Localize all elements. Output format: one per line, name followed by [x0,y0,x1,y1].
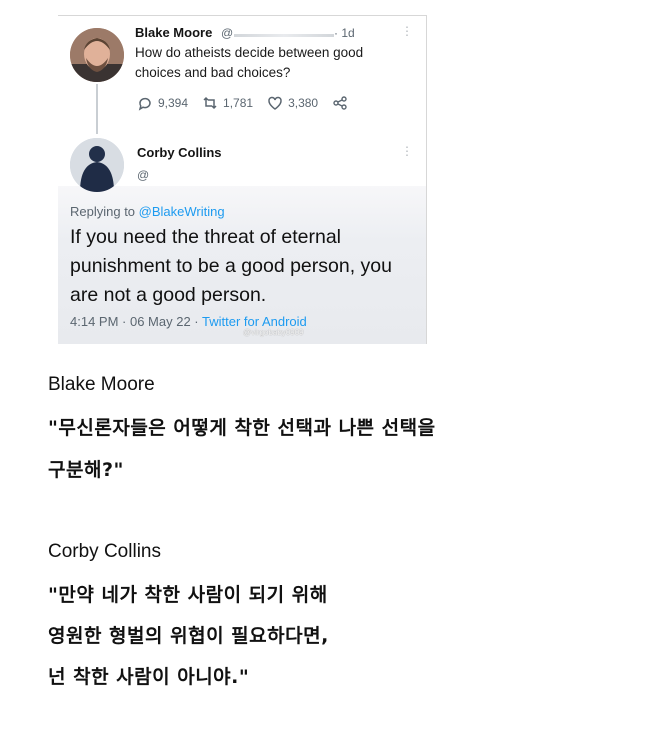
tweet-author-name[interactable]: Blake Moore [135,25,212,40]
tweet-screenshot: Blake Moore @ · 1d ⋮ How do atheists dec… [58,15,427,344]
reply-action[interactable]: 9,394 [137,95,188,111]
translation-line: "만약 네가 착한 사람이 되기 위해 [48,584,328,606]
replying-to-handle[interactable]: @BlakeWriting [139,204,225,219]
reply-count: 9,394 [158,96,189,110]
replying-to-label: Replying to [70,204,136,219]
more-options-icon[interactable]: ⋮ [401,24,413,38]
heart-icon [268,96,282,110]
like-count: 3,380 [288,96,319,110]
reply-timestamp: 4:14 PM · 06 May 22 · [70,314,202,329]
tweet-author-handle[interactable]: @ [221,26,233,40]
replying-to: Replying to @BlakeWriting [70,204,225,219]
like-action[interactable]: 3,380 [267,95,318,111]
translation-line: "무신론자들은 어떻게 착한 선택과 나쁜 선택을 [48,417,436,439]
corby-collins-avatar[interactable] [70,138,124,192]
retweet-count: 1,781 [223,96,254,110]
tweet-time: · 1d [334,26,355,40]
reply-source[interactable]: Twitter for Android [202,314,307,329]
more-options-icon[interactable]: ⋮ [401,144,413,158]
share-action[interactable] [332,95,348,111]
translation-name-2: Corby Collins [48,541,161,562]
retweet-icon [203,96,217,110]
translation-line: 넌 착한 사람이 아니야." [48,666,250,688]
reply-icon [138,97,151,111]
watermark: @virgobaby0909 [243,328,304,337]
retweet-action[interactable]: 1,781 [202,95,253,111]
blake-moore-avatar[interactable] [70,28,124,82]
reply-text: If you need the threat of eternal punish… [70,226,392,306]
handle-redaction [234,34,334,37]
share-icon [333,96,347,110]
reply-meta: 4:14 PM · 06 May 22 · Twitter for Androi… [70,314,307,329]
translation-line: 구분해?" [48,459,124,481]
person-photo-icon [70,138,124,192]
translation-name-1: Blake Moore [48,374,155,395]
translation-line: 영원한 형벌의 위협이 필요하다면, [48,625,329,647]
tweet-actions: 9,394 1,781 3,380 [137,94,348,112]
tweet-text: How do atheists decide between good choi… [135,45,364,80]
thread-connector [96,84,98,134]
reply-author-handle[interactable]: @ [137,168,149,182]
person-photo-icon [70,28,124,82]
reply-author-name[interactable]: Corby Collins [137,145,222,160]
